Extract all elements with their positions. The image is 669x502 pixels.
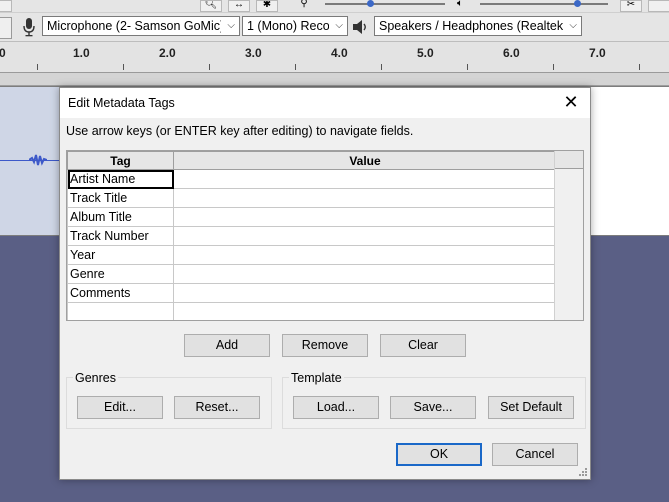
instructions-text: Use arrow keys (or ENTER key after editi… <box>66 124 414 138</box>
table-row: Track Number <box>67 226 557 246</box>
edit-metadata-dialog: Edit Metadata Tags ✕ Use arrow keys (or … <box>59 87 591 480</box>
value-cell[interactable] <box>173 245 557 265</box>
chevron-down-icon: ⌵ <box>335 20 343 31</box>
tag-cell[interactable] <box>67 302 174 320</box>
tag-cell[interactable]: Genre <box>67 264 174 284</box>
multi-tool-icon[interactable]: ✱ <box>256 0 278 12</box>
close-icon[interactable]: ✕ <box>560 91 582 113</box>
table-row: Track Title <box>67 188 557 208</box>
cancel-button[interactable]: Cancel <box>492 443 578 466</box>
save-template-button[interactable]: Save... <box>390 396 476 419</box>
set-default-template-button[interactable]: Set Default <box>488 396 574 419</box>
ruler-tick <box>37 64 38 70</box>
tag-cell[interactable]: Album Title <box>67 207 174 227</box>
cut-icon[interactable]: ✂ <box>620 0 642 12</box>
table-header-row: Tag Value <box>67 151 557 170</box>
recording-channels-select[interactable]: 1 (Mono) Recor ⌵ <box>242 16 348 36</box>
clear-button[interactable]: Clear <box>380 334 466 357</box>
ruler-tick-label: 4.0 <box>331 46 348 60</box>
table-row: Year <box>67 245 557 265</box>
ruler-tick <box>123 64 124 70</box>
ruler-tick-label: 6.0 <box>503 46 520 60</box>
tag-cell[interactable]: Year <box>67 245 174 265</box>
playback-volume-thumb[interactable] <box>574 0 581 7</box>
dialog-title: Edit Metadata Tags <box>68 96 175 110</box>
value-cell[interactable] <box>173 207 557 227</box>
remove-button[interactable]: Remove <box>282 334 368 357</box>
playback-device-select[interactable]: Speakers / Headphones (Realtek ⌵ <box>374 16 582 36</box>
value-cell[interactable] <box>173 302 557 320</box>
load-template-button[interactable]: Load... <box>293 396 379 419</box>
timeline-ruler[interactable]: 0 1.0 2.0 3.0 4.0 5.0 6.0 7.0 <box>0 42 669 73</box>
template-group: Template Load... Save... Set Default <box>282 371 586 429</box>
table-row: Genre <box>67 264 557 284</box>
column-header-value[interactable]: Value <box>173 151 557 170</box>
recording-volume-thumb[interactable] <box>367 0 374 7</box>
value-cell[interactable] <box>173 226 557 246</box>
recording-device-select[interactable]: Microphone (2- Samson GoMic) ⌵ <box>42 16 240 36</box>
speaker-icon <box>351 18 369 36</box>
metadata-grid[interactable]: Tag Value Artist Name Track Title Album … <box>66 150 584 321</box>
ruler-tick <box>467 64 468 70</box>
genres-group-label: Genres <box>73 371 118 385</box>
ruler-tick-label: 7.0 <box>589 46 606 60</box>
timeshift-tool-icon[interactable]: ↔ <box>228 0 250 12</box>
zoom-tool-icon[interactable]: 🔍︎ <box>200 0 222 12</box>
table-row: Album Title <box>67 207 557 227</box>
ruler-tick-label: 5.0 <box>417 46 434 60</box>
host-select-partial[interactable] <box>0 17 12 39</box>
toolbar-button-partial[interactable] <box>0 0 12 12</box>
tag-cell[interactable]: Track Number <box>67 226 174 246</box>
microphone-icon <box>23 18 35 37</box>
template-group-label: Template <box>289 371 344 385</box>
ruler-tick <box>209 64 210 70</box>
tag-cell[interactable]: Comments <box>67 283 174 303</box>
table-row <box>67 302 557 320</box>
record-meter-icon: ⚲ <box>300 0 308 9</box>
grid-corner-header <box>555 151 583 169</box>
column-header-tag[interactable]: Tag <box>67 151 174 170</box>
speaker-icon: 🔈︎ <box>457 0 463 9</box>
genres-group: Genres Edit... Reset... <box>66 371 272 429</box>
ruler-tick <box>381 64 382 70</box>
ok-button[interactable]: OK <box>396 443 482 466</box>
dialog-titlebar[interactable]: Edit Metadata Tags ✕ <box>60 88 590 118</box>
edit-genres-button[interactable]: Edit... <box>77 396 163 419</box>
tag-cell[interactable]: Artist Name <box>67 169 174 189</box>
ruler-tick-label: 2.0 <box>159 46 176 60</box>
recording-device-value: Microphone (2- Samson GoMic) <box>47 19 221 33</box>
chevron-down-icon: ⌵ <box>569 20 577 31</box>
resize-grip-icon[interactable] <box>578 467 588 477</box>
device-toolbar: Microphone (2- Samson GoMic) ⌵ 1 (Mono) … <box>0 13 669 42</box>
value-cell[interactable] <box>173 283 557 303</box>
chevron-down-icon: ⌵ <box>227 20 235 31</box>
ruler-tick-label: 0 <box>0 46 6 60</box>
ruler-tick <box>639 64 640 70</box>
tag-cell[interactable]: Track Title <box>67 188 174 208</box>
ruler-tick-label: 1.0 <box>73 46 90 60</box>
copy-icon[interactable] <box>648 0 669 12</box>
ruler-tick <box>553 64 554 70</box>
playback-volume-slider[interactable] <box>480 0 608 7</box>
value-cell[interactable] <box>173 264 557 284</box>
add-button[interactable]: Add <box>184 334 270 357</box>
table-row: Artist Name <box>67 169 557 189</box>
timeline-scrub-bar[interactable] <box>0 73 669 86</box>
ruler-tick-label: 3.0 <box>245 46 262 60</box>
value-cell[interactable] <box>173 169 557 189</box>
playback-device-value: Speakers / Headphones (Realtek <box>379 19 563 33</box>
ruler-tick <box>295 64 296 70</box>
table-row: Comments <box>67 283 557 303</box>
waveform-peak <box>29 154 47 166</box>
value-cell[interactable] <box>173 188 557 208</box>
metadata-table: Tag Value Artist Name Track Title Album … <box>67 151 557 320</box>
grid-scroll-area[interactable] <box>554 151 583 320</box>
recording-volume-slider[interactable] <box>325 0 445 7</box>
recording-channels-value: 1 (Mono) Recor <box>247 19 329 33</box>
transport-toolbar: 🔍︎ ↔ ✱ ⚲ 🔈︎ ✂ <box>0 0 669 13</box>
reset-genres-button[interactable]: Reset... <box>174 396 260 419</box>
